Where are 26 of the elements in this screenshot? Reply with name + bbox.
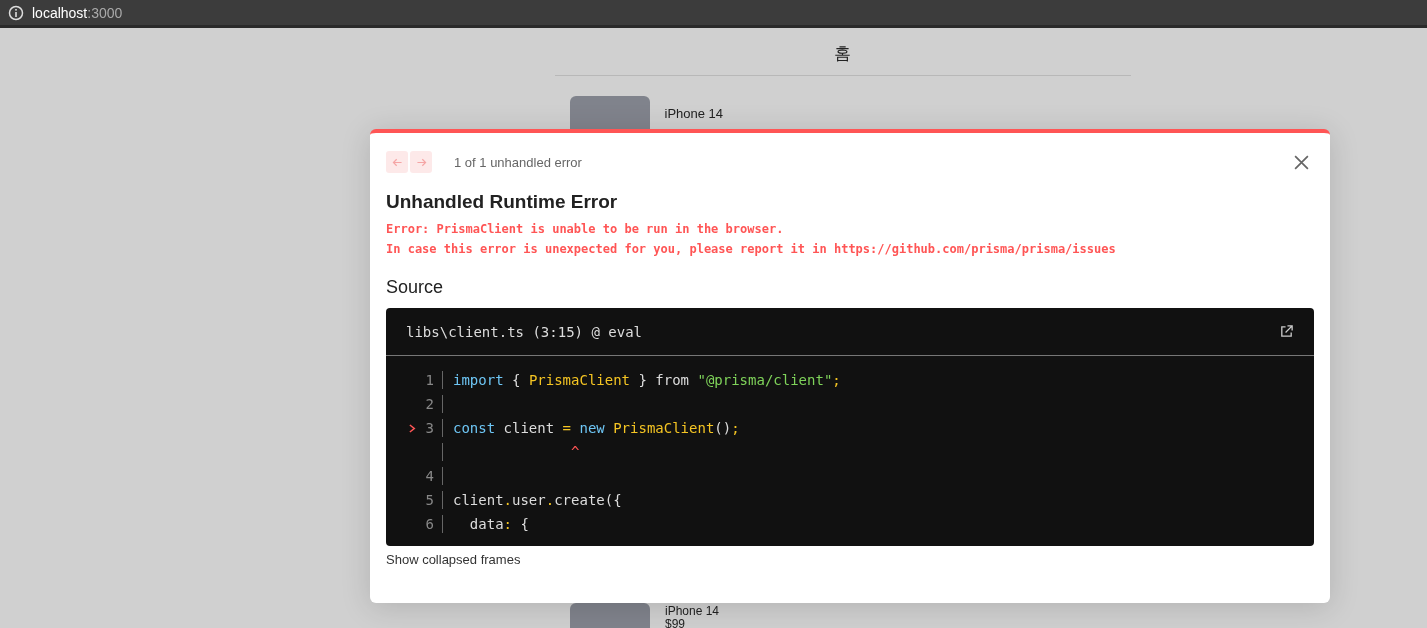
page-title: 홈: [554, 28, 1131, 76]
line-number: 3: [424, 420, 434, 436]
line-number: 1: [424, 372, 434, 388]
error-message: In case this error is unexpected for you, please report it in https://github.com/prisma/prisma/issues: [386, 241, 1117, 258]
info-icon[interactable]: [8, 4, 24, 21]
collapsed-frames-link[interactable]: Show collapsed frames: [386, 552, 521, 567]
product-name: iPhone 14: [665, 605, 720, 617]
product-price: $99: [665, 618, 687, 628]
line-number: 2: [424, 396, 434, 412]
product-name: iPhone 14: [664, 106, 724, 121]
error-counter: 1 of 1 unhandled error: [454, 154, 582, 170]
code-line: ^: [570, 444, 580, 460]
line-number: 6: [424, 516, 434, 532]
external-link-icon[interactable]: [1279, 324, 1294, 339]
error-message: Error: PrismaClient is unable to be run in the browser.: [386, 221, 785, 238]
code-line: data: {: [468, 516, 529, 532]
line-number: 5: [424, 492, 434, 508]
close-button[interactable]: [1293, 153, 1310, 171]
file-path: libs\client.ts (3:15) @ eval: [406, 323, 642, 340]
code-line: import { PrismaClient } from "@prisma/client";: [453, 372, 841, 388]
url-text[interactable]: localhost:3000: [32, 4, 123, 21]
section-heading: Source: [386, 277, 445, 298]
line-number: 4: [424, 468, 434, 484]
code-line: client.user.create({: [453, 492, 622, 508]
code-line: const client = new PrismaClient();: [453, 420, 740, 436]
error-title: Unhandled Runtime Error: [386, 191, 619, 213]
